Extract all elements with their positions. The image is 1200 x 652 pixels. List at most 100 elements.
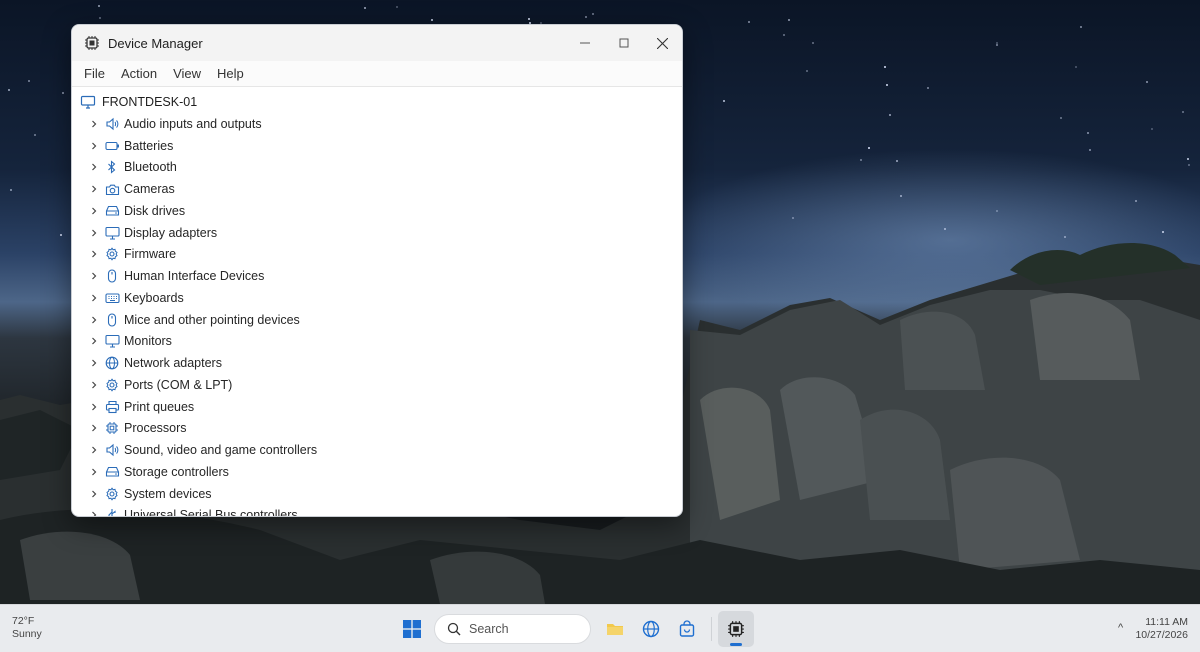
chevron-right-icon[interactable] [88,488,100,500]
menu-view[interactable]: View [167,66,207,81]
device-manager-taskbar-button[interactable] [718,611,754,647]
speaker-icon [104,116,120,132]
computer-name: FRONTDESK-01 [102,95,198,109]
globe-icon [642,620,660,638]
device-category-row[interactable]: Firmware [72,244,682,266]
clock-date: 10/27/2026 [1135,629,1188,641]
device-category-label: Print queues [124,399,195,414]
device-category-row[interactable]: Bluetooth [72,157,682,179]
device-tree: FRONTDESK-01 Audio inputs and outputs Bat… [72,87,682,517]
chevron-right-icon[interactable] [88,227,100,239]
device-category-label: Processors [124,421,187,436]
menu-file[interactable]: File [78,66,111,81]
device-category-label: Monitors [124,334,172,349]
close-button[interactable] [643,25,682,61]
menu-bar: File Action View Help [72,61,682,87]
chevron-right-icon[interactable] [88,205,100,217]
taskbar-search[interactable]: Search [434,614,591,644]
device-category-row[interactable]: Processors [72,418,682,440]
device-category-row[interactable]: Print queues [72,396,682,418]
device-category-row[interactable]: Ports (COM & LPT) [72,374,682,396]
chevron-right-icon[interactable] [88,140,100,152]
device-category-row[interactable]: Network adapters [72,352,682,374]
chevron-right-icon[interactable] [88,118,100,130]
browser-button[interactable] [633,611,669,647]
start-button[interactable] [394,611,430,647]
menu-help[interactable]: Help [211,66,250,81]
device-category-row[interactable]: Display adapters [72,222,682,244]
disk-drive-icon [104,464,120,480]
device-manager-icon [84,35,100,51]
device-category-row[interactable]: Human Interface Devices [72,265,682,287]
globe-icon [104,355,120,371]
device-category-label: Mice and other pointing devices [124,312,300,327]
device-category-row[interactable]: Universal Serial Bus controllers [72,505,682,517]
store-bag-icon [679,620,695,637]
chevron-right-icon[interactable] [88,357,100,369]
chevron-right-icon[interactable] [88,270,100,282]
maximize-button[interactable] [604,25,643,61]
device-category-row[interactable]: Monitors [72,331,682,353]
title-bar[interactable]: Device Manager [72,25,682,61]
device-category-row[interactable]: Disk drives [72,200,682,222]
clock-time: 11:11 AM [1145,616,1188,628]
chevron-right-icon[interactable] [88,401,100,413]
device-category-row[interactable]: Keyboards [72,287,682,309]
minimize-button[interactable] [565,25,604,61]
device-category-label: Firmware [124,247,177,262]
gear-icon [104,486,120,502]
chevron-right-icon[interactable] [88,248,100,260]
device-category-label: Audio inputs and outputs [124,116,262,131]
device-manager-window: Device Manager File Action View Help FRO… [71,24,683,517]
taskbar-clock[interactable]: 11:11 AM 10/27/2026 [1135,616,1188,642]
chevron-right-icon[interactable] [88,379,100,391]
battery-icon [104,138,120,154]
chevron-right-icon[interactable] [88,466,100,478]
chip-icon [104,420,120,436]
taskbar: 72°F Sunny Search ^ 11:11 AM 10/27/2026 [0,604,1200,652]
chevron-right-icon[interactable] [88,183,100,195]
chevron-right-icon[interactable] [88,161,100,173]
menu-action[interactable]: Action [115,66,163,81]
chevron-right-icon[interactable] [88,444,100,456]
active-indicator [730,643,742,646]
gear-icon [104,377,120,393]
windows-logo-icon [403,620,421,638]
store-button[interactable] [669,611,705,647]
chevron-right-icon[interactable] [88,509,100,516]
device-category-label: Ports (COM & LPT) [124,377,233,392]
tray-overflow-chevron-icon[interactable]: ^ [1118,622,1123,634]
search-icon [447,622,461,636]
window-title: Device Manager [108,35,203,51]
close-icon [657,37,668,49]
maximize-icon [619,38,628,48]
chevron-right-icon[interactable] [88,335,100,347]
minimize-icon [579,42,590,44]
display-icon [104,225,120,241]
weather-widget[interactable]: 72°F Sunny [12,615,42,641]
folder-icon [607,624,623,635]
mouse-icon [104,312,120,328]
device-category-row[interactable]: Sound, video and game controllers [72,439,682,461]
device-category-label: Disk drives [124,203,186,218]
device-category-label: Universal Serial Bus controllers [124,508,298,517]
device-category-row[interactable]: Mice and other pointing devices [72,309,682,331]
device-category-row[interactable]: Storage controllers [72,461,682,483]
chevron-right-icon[interactable] [88,292,100,304]
device-category-row[interactable]: Batteries [72,135,682,157]
speaker-icon [104,442,120,458]
device-category-row[interactable]: System devices [72,483,682,505]
device-category-label: Bluetooth [124,160,177,175]
device-category-label: Network adapters [124,356,222,371]
computer-icon [80,94,96,110]
search-placeholder: Search [469,622,509,636]
device-category-row[interactable]: Cameras [72,178,682,200]
mouse-icon [104,268,120,284]
device-category-row[interactable]: Audio inputs and outputs [72,113,682,135]
keyboard-icon [104,290,120,306]
tree-root[interactable]: FRONTDESK-01 [72,91,682,113]
usb-icon [104,507,120,516]
file-explorer-button[interactable] [597,611,633,647]
chevron-right-icon[interactable] [88,422,100,434]
chevron-right-icon[interactable] [88,314,100,326]
